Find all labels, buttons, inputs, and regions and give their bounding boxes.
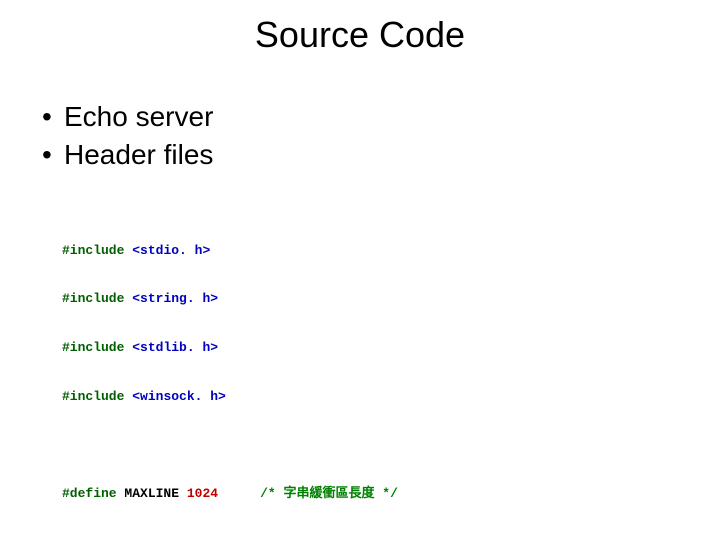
code-line: #include <winsock. h>: [62, 389, 398, 405]
bullet-list: • Echo server • Header files: [42, 98, 213, 174]
bullet-dot: •: [42, 136, 64, 174]
code-comment: /* 字串緩衝區長度 */: [260, 486, 398, 501]
preproc-directive: #include: [62, 389, 124, 404]
list-item: • Echo server: [42, 98, 213, 136]
include-header: <winsock. h>: [132, 389, 226, 404]
slide: Source Code • Echo server • Header files…: [0, 0, 720, 540]
code-line: #include <stdio. h>: [62, 243, 398, 259]
macro-value: 1024: [187, 486, 218, 501]
preproc-directive: #include: [62, 243, 124, 258]
preproc-directive: #define: [62, 486, 117, 501]
macro-name: MAXLINE: [124, 486, 179, 501]
include-header: <stdio. h>: [132, 243, 210, 258]
code-line: #define MAXLINE 1024 /* 字串緩衝區長度 */: [62, 486, 398, 502]
code-line: #include <string. h>: [62, 291, 398, 307]
code-block: #include <stdio. h> #include <string. h>…: [62, 210, 398, 535]
code-line: #include <stdlib. h>: [62, 340, 398, 356]
blank-line: [62, 438, 398, 454]
preproc-directive: #include: [62, 340, 124, 355]
bullet-text: Header files: [64, 136, 213, 174]
page-title: Source Code: [0, 14, 720, 56]
bullet-dot: •: [42, 98, 64, 136]
list-item: • Header files: [42, 136, 213, 174]
preproc-directive: #include: [62, 291, 124, 306]
include-header: <stdlib. h>: [132, 340, 218, 355]
include-header: <string. h>: [132, 291, 218, 306]
bullet-text: Echo server: [64, 98, 213, 136]
